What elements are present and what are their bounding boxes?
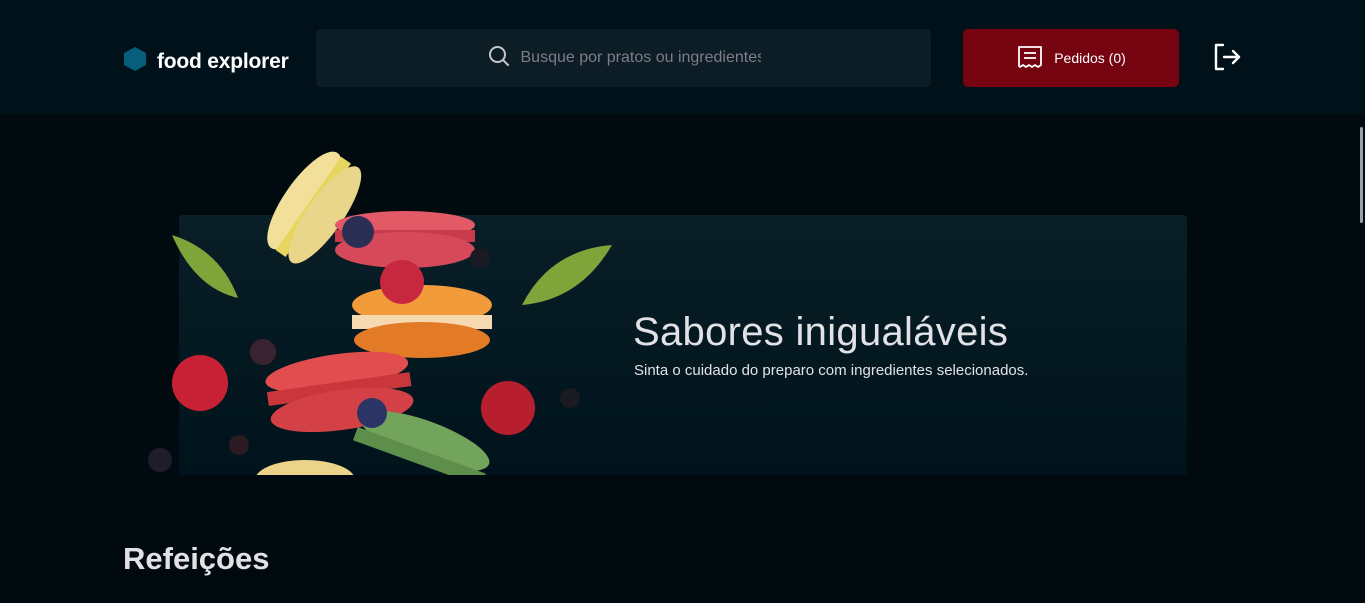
orders-button[interactable]: Pedidos (0): [963, 29, 1179, 87]
orders-button-label: Pedidos (0): [1054, 50, 1126, 66]
section-title-meals: Refeições: [123, 541, 270, 576]
logout-button[interactable]: [1211, 41, 1243, 73]
banner-title: Sabores inigualáveis: [633, 310, 1009, 354]
brand-logo[interactable]: food explorer: [123, 46, 289, 77]
page-scrollbar[interactable]: [1360, 127, 1363, 223]
search-icon: [487, 44, 511, 73]
app-header: food explorer Pedidos (0): [0, 0, 1365, 114]
hexagon-logo-icon: [123, 46, 147, 77]
macarons-image: [140, 150, 620, 475]
brand-name: food explorer: [157, 49, 289, 73]
search-input[interactable]: [520, 49, 761, 67]
banner-subtitle: Sinta o cuidado do preparo com ingredien…: [634, 362, 1029, 379]
receipt-icon: [1016, 44, 1044, 73]
sign-out-icon: [1211, 43, 1243, 76]
search-bar[interactable]: [316, 29, 931, 87]
